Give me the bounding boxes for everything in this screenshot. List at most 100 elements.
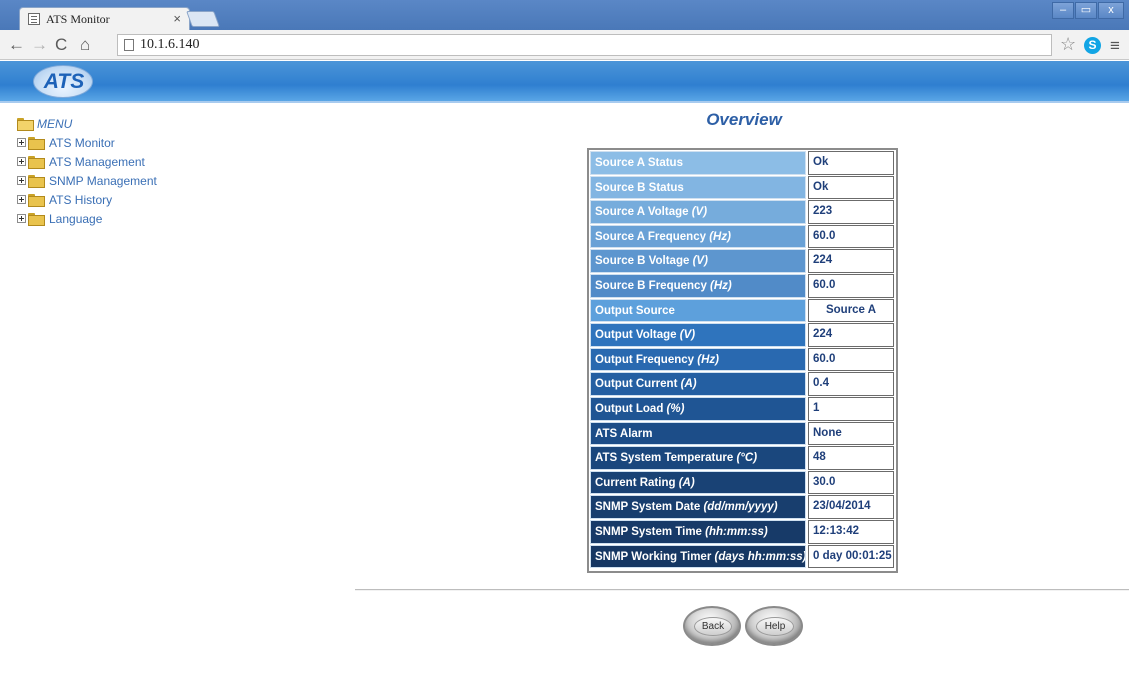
reload-icon[interactable]: C bbox=[55, 35, 67, 55]
row-label: Source B Frequency (Hz) bbox=[590, 273, 806, 298]
overview-table: Source A Status Ok Source B Status Ok Source… bbox=[587, 148, 898, 573]
table-row: SNMP Working Timer (days hh:mm:ss) 0 day … bbox=[590, 544, 895, 569]
row-label: SNMP System Date (dd/mm/yyyy) bbox=[590, 495, 806, 519]
menu-root: MENU bbox=[17, 115, 157, 133]
back-button[interactable]: Back bbox=[683, 606, 741, 646]
help-button[interactable]: Help bbox=[745, 606, 803, 646]
header-banner: ATS bbox=[0, 61, 1129, 103]
page-icon bbox=[28, 13, 40, 25]
browser-menu-icon[interactable]: ≡ bbox=[1110, 36, 1120, 56]
menu-item-ats-monitor[interactable]: ATS Monitor bbox=[17, 133, 157, 152]
row-label-unit: (V) bbox=[692, 255, 708, 268]
row-value: 60.0 bbox=[808, 224, 894, 249]
expand-icon[interactable] bbox=[17, 157, 26, 166]
menu-item-ats-history[interactable]: ATS History bbox=[17, 190, 157, 209]
back-arrow-icon[interactable]: ← bbox=[8, 35, 25, 55]
menu-item-language[interactable]: Language bbox=[17, 209, 157, 228]
bookmark-star-icon[interactable]: ☆ bbox=[1060, 34, 1076, 55]
row-label: Output Frequency (Hz) bbox=[590, 347, 806, 372]
folder-icon bbox=[28, 193, 45, 207]
table-row: SNMP System Time (hh:mm:ss) 12:13:42 bbox=[590, 519, 895, 544]
row-label-unit: (V) bbox=[679, 329, 696, 342]
table-row: ATS System Temperature (°C) 48 bbox=[590, 446, 895, 470]
row-value: 48 bbox=[808, 446, 894, 470]
row-label: Output Load (%) bbox=[590, 396, 806, 421]
table-row: Output Load (%) 1 bbox=[590, 396, 895, 421]
expand-icon[interactable] bbox=[17, 195, 26, 204]
page-icon bbox=[124, 39, 134, 51]
row-label-unit: (dd/mm/yyyy) bbox=[703, 501, 778, 514]
row-label: Source B Voltage (V) bbox=[590, 249, 806, 273]
row-label-text: Output Voltage bbox=[595, 329, 680, 342]
address-bar[interactable]: 10.1.6.140 bbox=[117, 34, 1052, 56]
row-value: 23/04/2014 bbox=[808, 495, 894, 519]
row-value: 60.0 bbox=[808, 347, 894, 372]
row-value: 12:13:42 bbox=[808, 519, 894, 544]
table-row: Source A Voltage (V) 223 bbox=[590, 200, 895, 224]
row-label-text: Output Load bbox=[595, 402, 667, 415]
browser-titlebar: ATS Monitor × – ▭ x bbox=[0, 0, 1129, 30]
row-label-unit: (Hz) bbox=[710, 279, 732, 292]
folder-icon bbox=[28, 136, 45, 150]
maximize-button[interactable]: ▭ bbox=[1075, 2, 1097, 19]
table-row: Output Voltage (V) 224 bbox=[590, 323, 895, 347]
help-button-label: Help bbox=[756, 617, 794, 636]
row-label: Output Current (A) bbox=[590, 372, 806, 396]
tab-title: ATS Monitor bbox=[46, 12, 110, 26]
row-value: 1 bbox=[808, 396, 894, 421]
close-tab-icon[interactable]: × bbox=[173, 11, 181, 26]
row-label-unit: (Hz) bbox=[697, 353, 719, 366]
row-value: 224 bbox=[808, 323, 894, 347]
browser-toolbar: ← → C ⌂ 10.1.6.140 ☆ S ≡ bbox=[0, 30, 1129, 60]
menu-item-label: SNMP Management bbox=[49, 173, 157, 188]
row-label-text: ATS Alarm bbox=[595, 427, 653, 440]
minimize-button[interactable]: – bbox=[1052, 2, 1074, 19]
row-label: Source A Status bbox=[590, 151, 806, 175]
home-icon[interactable]: ⌂ bbox=[80, 35, 90, 55]
row-label: Output Source bbox=[590, 298, 806, 323]
expand-icon[interactable] bbox=[17, 138, 26, 147]
row-label-unit: (°C) bbox=[736, 452, 758, 465]
close-window-button[interactable]: x bbox=[1098, 2, 1124, 19]
row-label-unit: (hh:mm:ss) bbox=[705, 525, 768, 538]
row-label: Output Voltage (V) bbox=[590, 323, 806, 347]
browser-tab[interactable]: ATS Monitor × bbox=[19, 7, 190, 30]
row-label: SNMP Working Timer (days hh:mm:ss) bbox=[590, 544, 806, 569]
table-row: Output Source Source A bbox=[590, 298, 895, 323]
row-label-text: Source B Voltage bbox=[595, 255, 693, 268]
table-row: Source A Frequency (Hz) 60.0 bbox=[590, 224, 895, 249]
forward-arrow-icon[interactable]: → bbox=[31, 35, 48, 55]
row-label-text: SNMP System Time bbox=[595, 525, 706, 538]
row-value: Source A bbox=[808, 298, 894, 323]
table-row: Source B Status Ok bbox=[590, 175, 895, 200]
row-label: Source A Voltage (V) bbox=[590, 200, 806, 224]
row-label-text: Output Frequency bbox=[595, 353, 698, 366]
expand-icon[interactable] bbox=[17, 214, 26, 223]
row-value: 223 bbox=[808, 200, 894, 224]
new-tab-button[interactable] bbox=[186, 11, 220, 27]
row-value: 0.4 bbox=[808, 372, 894, 396]
menu-item-snmp-management[interactable]: SNMP Management bbox=[17, 171, 157, 190]
row-label-unit: (Hz) bbox=[709, 230, 731, 243]
row-label-text: Source B Frequency bbox=[595, 279, 711, 292]
folder-open-icon bbox=[17, 118, 34, 131]
row-label-text: Output Current bbox=[595, 378, 681, 391]
menu-item-label: ATS Monitor bbox=[49, 135, 115, 150]
row-label-text: SNMP System Date bbox=[595, 501, 704, 514]
folder-icon bbox=[28, 174, 45, 188]
folder-icon bbox=[28, 155, 45, 169]
row-label-text: Output Source bbox=[595, 304, 675, 317]
row-label: Current Rating (A) bbox=[590, 470, 806, 495]
row-label-text: Source B Status bbox=[595, 181, 684, 194]
row-value: None bbox=[808, 421, 894, 446]
row-label-text: Source A Status bbox=[595, 157, 683, 169]
row-label: ATS System Temperature (°C) bbox=[590, 446, 806, 470]
row-value: Ok bbox=[808, 151, 894, 175]
table-row: Current Rating (A) 30.0 bbox=[590, 470, 895, 495]
skype-extension-icon[interactable]: S bbox=[1084, 37, 1101, 54]
row-label: Source B Status bbox=[590, 175, 806, 200]
page-title: Overview bbox=[706, 110, 782, 129]
expand-icon[interactable] bbox=[17, 176, 26, 185]
menu-item-ats-management[interactable]: ATS Management bbox=[17, 152, 157, 171]
row-value: 224 bbox=[808, 249, 894, 273]
